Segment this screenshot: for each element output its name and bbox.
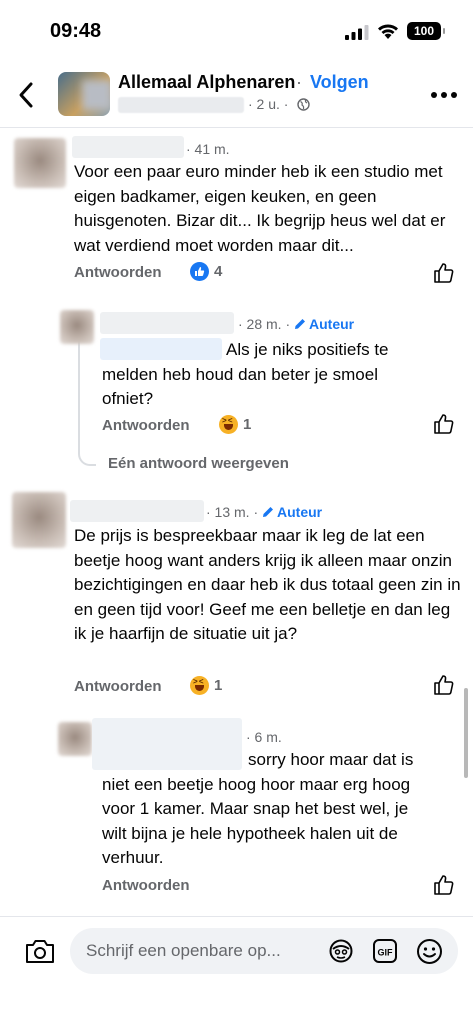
header-separator: · xyxy=(296,72,302,92)
group-name[interactable]: Allemaal Alphenaren xyxy=(118,72,295,93)
like-reaction-icon xyxy=(190,262,209,281)
comment-time: · 6 m. xyxy=(246,729,282,745)
reaction-summary[interactable]: 1 xyxy=(219,415,251,434)
reaction-count: 1 xyxy=(214,677,223,694)
like-thumb-icon[interactable] xyxy=(433,262,455,284)
haha-reaction-icon xyxy=(219,415,238,434)
commenter-avatar[interactable] xyxy=(12,492,66,548)
author-badge: Auteur xyxy=(309,316,355,332)
svg-text:GIF: GIF xyxy=(378,948,394,958)
commenter-avatar[interactable] xyxy=(60,310,94,344)
comment-text: Als je niks positiefs te melden heb houd… xyxy=(102,340,389,408)
view-replies-link[interactable]: Eén antwoord weergeven xyxy=(108,455,289,472)
commenter-name-redacted[interactable] xyxy=(72,136,184,158)
comment-text: sorry hoor maar dat is niet een beetje h… xyxy=(102,750,414,867)
author-badge: Auteur xyxy=(277,504,323,520)
pencil-icon xyxy=(295,319,306,329)
scrollbar[interactable] xyxy=(464,688,468,778)
reply-button[interactable]: Antwoorden xyxy=(74,678,162,695)
like-thumb-icon[interactable] xyxy=(433,874,455,896)
pencil-icon xyxy=(263,507,274,517)
status-bar: 09:48 100 xyxy=(0,0,473,60)
avatar-sticker-icon[interactable] xyxy=(328,938,354,964)
reply-button[interactable]: Antwoorden xyxy=(74,264,162,281)
comment-composer: Schrijf een openbare op... GIF xyxy=(0,916,473,1024)
like-thumb-icon[interactable] xyxy=(433,413,455,435)
reaction-count: 1 xyxy=(243,416,252,433)
post-author-name-redacted[interactable] xyxy=(118,97,244,113)
back-chevron-icon[interactable] xyxy=(14,80,40,110)
gif-icon[interactable]: GIF xyxy=(372,938,398,964)
comment-time: · 28 m. · Auteur xyxy=(238,316,355,332)
comment-time: · 41 m. xyxy=(186,141,230,157)
group-avatar[interactable] xyxy=(58,72,110,116)
cellular-signal-icon xyxy=(345,25,369,40)
haha-reaction-icon xyxy=(190,676,209,695)
status-time: 09:48 xyxy=(50,20,102,42)
more-options-icon[interactable] xyxy=(430,90,458,100)
commenter-name-redacted[interactable] xyxy=(100,312,234,334)
comment-time: · 13 m. · Auteur xyxy=(206,504,323,520)
thread-connector xyxy=(78,340,96,466)
battery-indicator: 100 xyxy=(407,22,445,40)
comment-text: Voor een paar euro minder heb ik een stu… xyxy=(74,162,446,255)
wifi-icon xyxy=(378,24,398,39)
comment-text: De prijs is bespreekbaar maar ik leg de … xyxy=(74,526,461,643)
reply-button[interactable]: Antwoorden xyxy=(102,877,190,894)
commenter-avatar[interactable] xyxy=(58,722,92,756)
globe-icon xyxy=(297,98,310,111)
reply-button[interactable]: Antwoorden xyxy=(102,417,190,434)
like-thumb-icon[interactable] xyxy=(433,674,455,696)
comment-input-placeholder: Schrijf een openbare op... xyxy=(86,941,281,960)
camera-icon[interactable] xyxy=(24,937,56,965)
commenter-avatar[interactable] xyxy=(14,138,66,188)
emoji-icon[interactable] xyxy=(416,938,443,965)
comment-input[interactable]: Schrijf een openbare op... GIF xyxy=(70,928,458,974)
reaction-count: 4 xyxy=(214,263,223,280)
reaction-summary[interactable]: 4 xyxy=(190,262,222,281)
commenter-name-redacted[interactable] xyxy=(70,500,204,522)
post-header: Allemaal Alphenaren · Volgen · 2 u. · xyxy=(0,62,473,128)
follow-button[interactable]: Volgen xyxy=(310,72,369,93)
reaction-summary[interactable]: 1 xyxy=(190,676,222,695)
post-timestamp: · 2 u. · xyxy=(248,96,289,112)
